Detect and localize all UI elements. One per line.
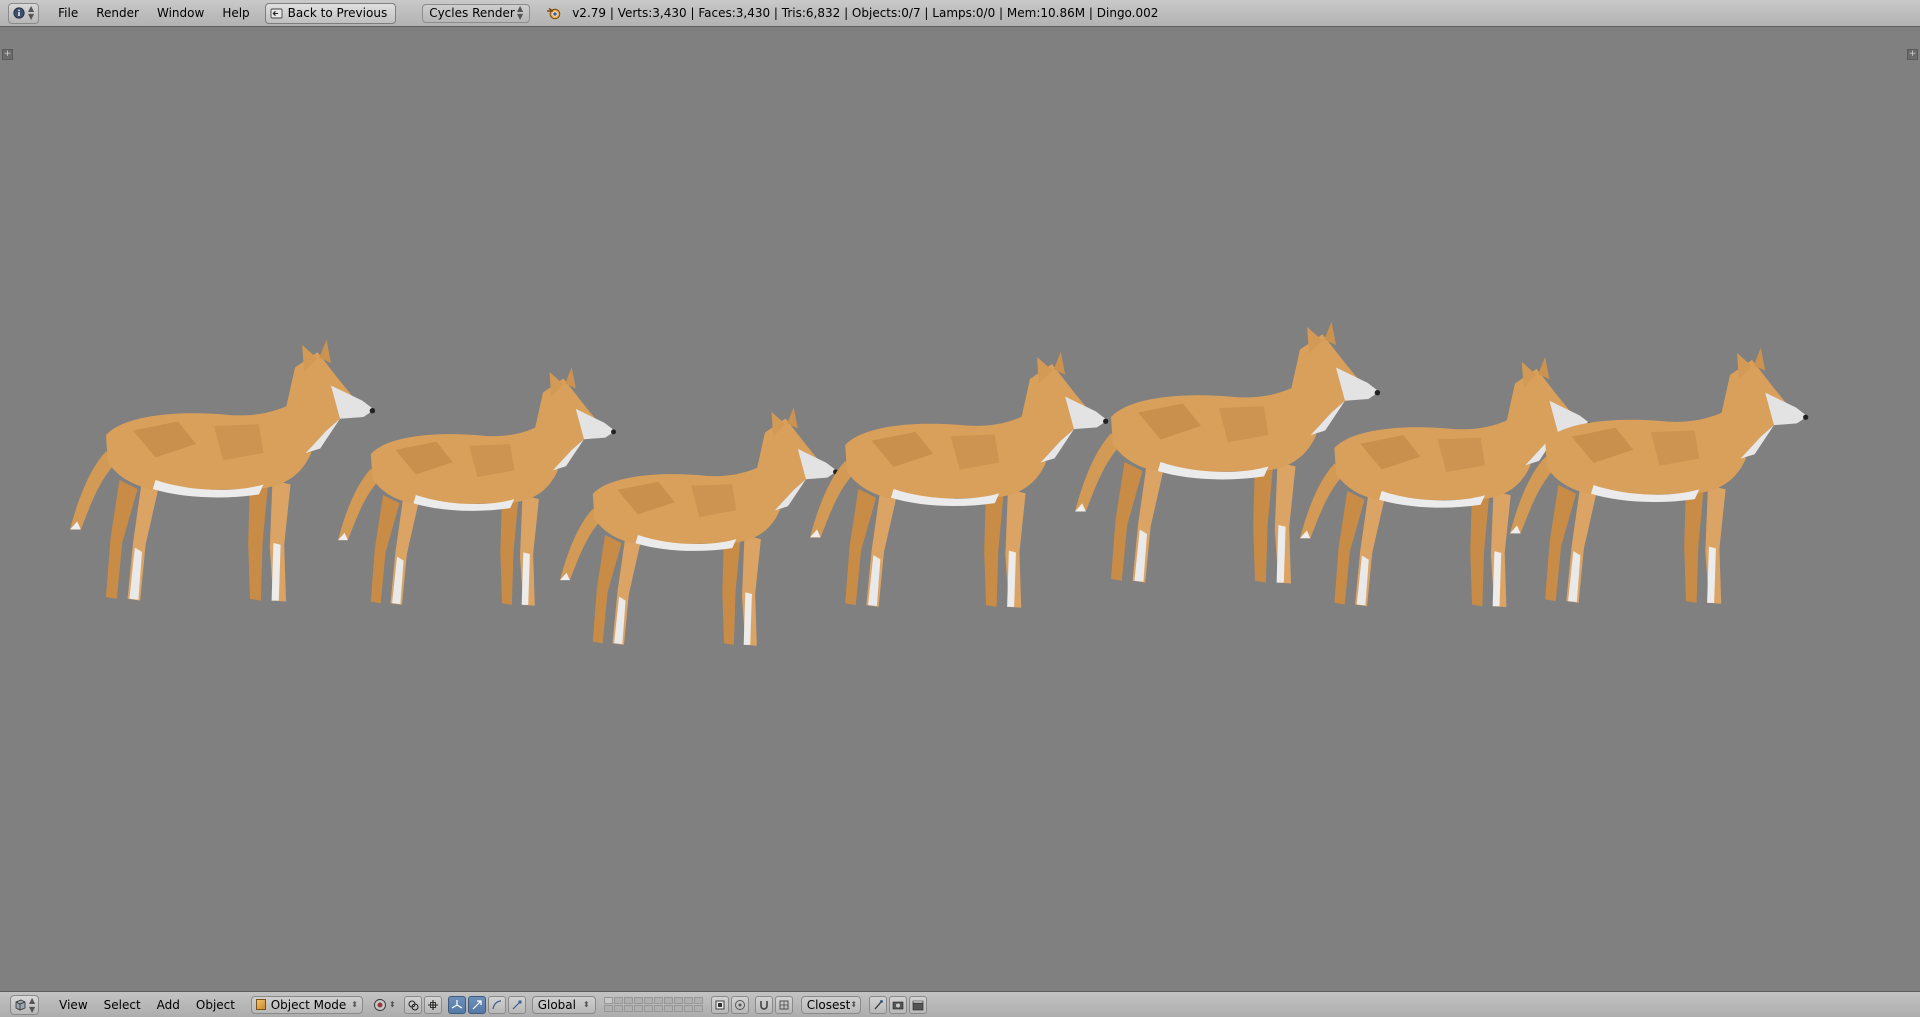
snap-increment-icon [779,1000,789,1009]
chevron-updown-icon: ⬍ [351,1000,358,1009]
layer-button[interactable] [643,997,653,1004]
dingo-model [810,351,1109,608]
camera-icon [892,1001,904,1009]
render-engine-select[interactable]: Cycles Render ▲ ▼ [422,3,531,23]
interaction-mode-value: Object Mode [270,997,347,1012]
layer-button[interactable] [653,997,663,1004]
pivot-point-button[interactable] [403,995,422,1014]
proportional-edit-button[interactable] [730,995,749,1014]
rotate-manipulator-button[interactable] [467,995,486,1014]
chevron-updown-icon: ⬍ [850,1000,858,1009]
layer-button[interactable] [673,997,683,1004]
layer-button[interactable] [693,1005,703,1012]
layer-button[interactable] [613,1005,623,1012]
menu-help[interactable]: Help [213,0,258,27]
lock-layers-icon [715,1000,725,1009]
shading-sphere-icon [374,998,386,1011]
scale-manipulator-button[interactable] [487,995,506,1014]
layer-button[interactable] [603,1005,613,1012]
layer-button[interactable] [643,1005,653,1012]
render-animation-button[interactable] [908,995,927,1014]
layer-button[interactable] [673,1005,683,1012]
translate-arrows-icon [451,999,463,1009]
dingo-model [1075,321,1381,584]
snap-toggle-button[interactable] [754,995,773,1014]
editor-type-selector[interactable]: ▲ ▼ [10,994,40,1015]
3d-view-header: ▲ ▼ View Select Add Object Object Mode ⬍ … [0,991,1920,1017]
transform-orientation-select[interactable]: Global ⬍ [531,995,596,1014]
render-still-button[interactable] [888,995,907,1014]
layer-button[interactable] [623,997,633,1004]
menu-object[interactable]: Object [188,992,243,1017]
render-engine-value: Cycles Render [429,6,515,20]
layer-button[interactable] [653,1005,663,1012]
back-to-previous-button[interactable]: Back to Previous [264,2,397,24]
info-header: ▲ ▼ File Render Window Help Back to Previ… [0,0,1920,27]
clapperboard-icon [912,1000,924,1010]
layer-button[interactable] [623,1005,633,1012]
translate-manipulator-button[interactable] [447,995,466,1014]
layer-button[interactable] [683,1005,693,1012]
snap-target-select[interactable]: Closest ⬍ [800,995,861,1014]
snap-element-button[interactable] [774,995,793,1014]
layer-grid[interactable] [603,997,703,1012]
render-brush-icon [874,999,883,1009]
layer-button[interactable] [613,997,623,1004]
layer-button[interactable] [663,1005,673,1012]
menu-file[interactable]: File [49,0,87,27]
3d-view-icon [15,999,26,1010]
rotate-arrow-icon [472,999,482,1009]
menu-window[interactable]: Window [148,0,213,27]
layer-button[interactable] [633,1005,643,1012]
layer-button[interactable] [683,997,693,1004]
blender-logo-icon [546,6,562,20]
transform-orientation-value: Global [537,997,576,1012]
blender-window: ▲ ▼ File Render Window Help Back to Previ… [0,0,1920,1017]
back-arrow-icon [270,8,283,18]
menu-select[interactable]: Select [96,992,149,1017]
chevron-updown-icon: ▲ ▼ [29,995,36,1014]
scale-button[interactable] [507,995,526,1014]
menu-view[interactable]: View [51,992,95,1017]
back-to-previous-label: Back to Previous [287,6,388,20]
chevron-updown-icon: ▲ ▼ [28,4,35,21]
layer-button[interactable] [603,997,613,1004]
scale-icon [512,1000,522,1009]
layer-button[interactable] [663,997,673,1004]
dingo-model [1510,347,1809,604]
dingo-model [560,407,838,646]
manipulator-toggle-button[interactable] [423,995,442,1014]
opengl-render-button[interactable] [868,995,887,1014]
pivot-icon [408,1000,419,1010]
chevron-updown-icon: ⬍ [583,1000,590,1009]
manipulator-icon [427,999,438,1010]
menu-add[interactable]: Add [149,992,188,1017]
chevron-updown-icon: ⬍ [389,1000,396,1009]
snap-target-value: Closest [806,997,851,1012]
object-mode-icon [256,999,266,1010]
scene-statistics: v2.79 | Verts:3,430 | Faces:3,430 | Tris… [572,6,1159,20]
curve-icon [492,999,501,1009]
proportional-edit-icon [734,999,745,1010]
layer-button[interactable] [633,997,643,1004]
info-icon [13,7,25,19]
dingo-model [338,367,616,606]
lock-camera-button[interactable] [710,995,729,1014]
menu-render[interactable]: Render [87,0,148,27]
viewport-shading-select[interactable]: ⬍ [373,998,396,1012]
dingo-models-scene [70,321,1809,646]
layer-button[interactable] [693,997,703,1004]
dingo-model [70,339,376,602]
magnet-icon [759,1000,768,1010]
interaction-mode-select[interactable]: Object Mode ⬍ [251,995,363,1014]
3d-viewport[interactable]: + + [0,27,1920,991]
chevron-updown-icon: ▲ ▼ [517,4,524,21]
editor-type-selector[interactable]: ▲ ▼ [8,2,40,24]
